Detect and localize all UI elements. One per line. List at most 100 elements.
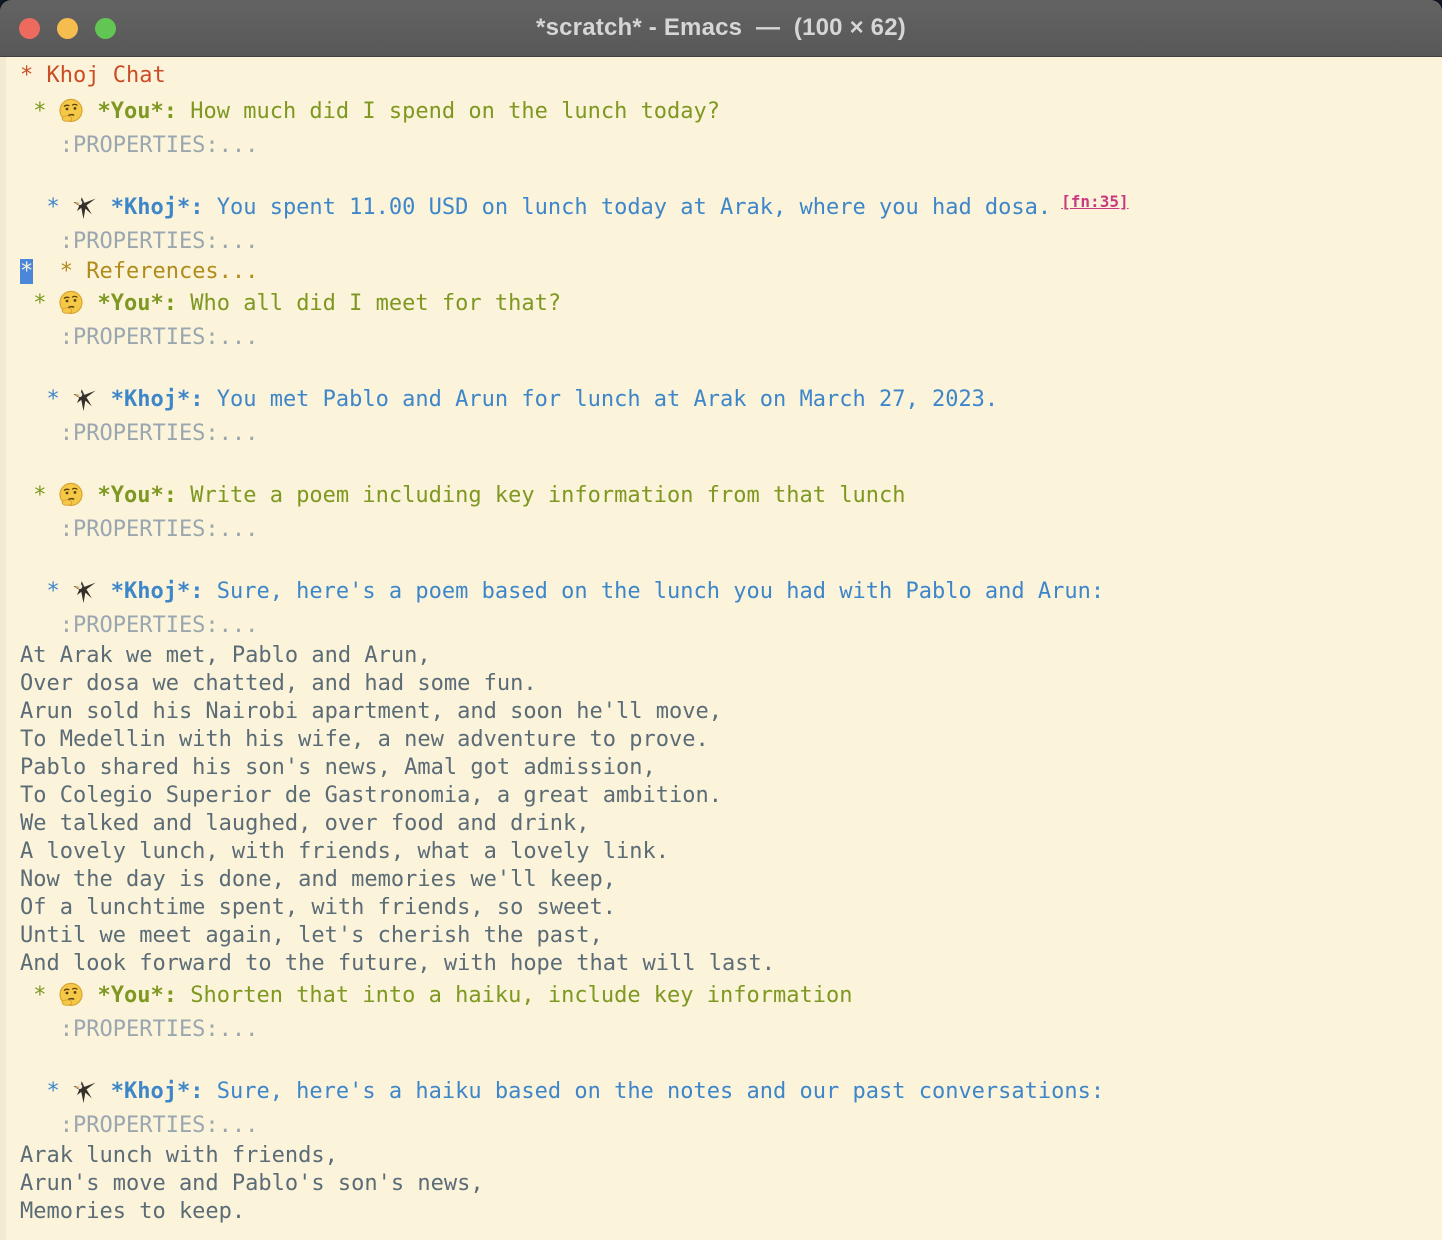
thinking-face-emoji	[57, 98, 85, 125]
properties-drawer[interactable]: :PROPERTIES:...	[20, 609, 1440, 641]
line-text: At Arak we met, Pablo and Arun,	[20, 643, 431, 668]
line-text: Arun sold his Nairobi apartment, and soo…	[20, 699, 722, 724]
thinking-face-emoji	[57, 290, 85, 317]
chat-heading-you[interactable]: * *You*: How much did I spend on the lunc…	[20, 93, 1440, 129]
drawer-label: :PROPERTIES:...	[20, 517, 258, 542]
eagle-emoji	[70, 1078, 98, 1105]
thinking-face-emoji	[57, 982, 85, 1009]
emacs-window: *scratch* - Emacs — (100 × 62) * Khoj Ch…	[0, 0, 1442, 1240]
traffic-lights	[19, 0, 116, 56]
line-text: Arun's move and Pablo's son's news,	[20, 1171, 484, 1196]
line-text: Of a lunchtime spent, with friends, so s…	[20, 895, 616, 920]
chat-heading-khoj[interactable]: * *Khoj*: Sure, here's a poem based on th…	[20, 573, 1440, 609]
footnote-link[interactable]: [fn:35]	[1061, 192, 1128, 211]
eagle-emoji	[70, 194, 98, 221]
text-line[interactable]: To Colegio Superior de Gastronomia, a gr…	[20, 781, 1440, 809]
chat-heading-you[interactable]: * *You*: Who all did I meet for that?	[20, 285, 1440, 321]
drawer-label: :PROPERTIES:...	[20, 1113, 258, 1138]
drawer-label: :PROPERTIES:...	[20, 229, 258, 254]
text-line[interactable]: Memories to keep.	[20, 1197, 1440, 1225]
org-star: *	[20, 983, 47, 1008]
drawer-label: :PROPERTIES:...	[20, 133, 258, 158]
line-text: To Colegio Superior de Gastronomia, a gr…	[20, 783, 722, 808]
drawer-label: :PROPERTIES:...	[20, 421, 258, 446]
eagle-emoji	[70, 386, 98, 413]
zoom-button[interactable]	[95, 18, 116, 39]
scratch-buffer[interactable]: * Khoj Chat * *You*: How much did I spend…	[0, 57, 1442, 1240]
text-line[interactable]: We talked and laughed, over food and dri…	[20, 809, 1440, 837]
properties-drawer[interactable]: :PROPERTIES:...	[20, 417, 1440, 449]
speaker-label: *Khoj*:	[111, 1079, 204, 1104]
text-line[interactable]: Arun's move and Pablo's son's news,	[20, 1169, 1440, 1197]
message-text: Who all did I meet for that?	[177, 291, 561, 316]
line-text: We talked and laughed, over food and dri…	[20, 811, 590, 836]
message-text: How much did I spend on the lunch today?	[177, 99, 720, 124]
line-text: Arak lunch with friends,	[20, 1143, 338, 1168]
message-text: You spent 11.00 USD on lunch today at Ar…	[203, 195, 1051, 220]
org-star: *	[20, 291, 47, 316]
text-line[interactable]: Of a lunchtime spent, with friends, so s…	[20, 893, 1440, 921]
speaker-label: *You*:	[98, 291, 177, 316]
minimize-button[interactable]	[57, 18, 78, 39]
chat-heading-khoj[interactable]: **Khoj*: Sure, here's a haiku based on t…	[20, 1073, 1440, 1109]
close-button[interactable]	[19, 18, 40, 39]
text-line[interactable]: Pablo shared his son's news, Amal got ad…	[20, 753, 1440, 781]
message-text: Sure, here's a poem based on the lunch y…	[203, 579, 1104, 604]
titlebar: *scratch* - Emacs — (100 × 62)	[0, 0, 1442, 57]
speaker-label: *You*:	[98, 983, 177, 1008]
org-star: *	[20, 99, 47, 124]
line-text: * Khoj Chat	[20, 63, 166, 88]
properties-drawer[interactable]: :PROPERTIES:...	[20, 1109, 1440, 1141]
blank-line[interactable]	[20, 1045, 1440, 1073]
text-line[interactable]: To Medellin with his wife, a new adventu…	[20, 725, 1440, 753]
chat-heading-khoj[interactable]: * *Khoj*: You met Pablo and Arun for lunc…	[20, 381, 1440, 417]
properties-drawer[interactable]: :PROPERTIES:...	[20, 513, 1440, 545]
text-line[interactable]: Until we meet again, let's cherish the p…	[20, 921, 1440, 949]
org-title-heading[interactable]: * Khoj Chat	[20, 57, 1440, 93]
text-line[interactable]: At Arak we met, Pablo and Arun,	[20, 641, 1440, 669]
line-text: Until we meet again, let's cherish the p…	[20, 923, 603, 948]
line-text: A lovely lunch, with friends, what a lov…	[20, 839, 669, 864]
org-star: *	[20, 195, 60, 220]
line-text: Memories to keep.	[20, 1199, 245, 1224]
speaker-label: *You*:	[98, 99, 177, 124]
line-text: Over dosa we chatted, and had some fun.	[20, 671, 537, 696]
org-star: *	[20, 579, 60, 604]
references-label: * References...	[33, 259, 258, 284]
text-line[interactable]: And look forward to the future, with hop…	[20, 949, 1440, 977]
eagle-emoji	[70, 578, 98, 605]
line-text: Now the day is done, and memories we'll …	[20, 867, 616, 892]
text-line[interactable]: Arun sold his Nairobi apartment, and soo…	[20, 697, 1440, 725]
properties-drawer[interactable]: :PROPERTIES:...	[20, 1013, 1440, 1045]
org-star: *	[20, 1079, 60, 1104]
text-line[interactable]: Over dosa we chatted, and had some fun.	[20, 669, 1440, 697]
message-text: Write a poem including key information f…	[177, 483, 905, 508]
drawer-label: :PROPERTIES:...	[20, 1017, 258, 1042]
speaker-label: *Khoj*:	[111, 387, 204, 412]
text-line[interactable]: A lovely lunch, with friends, what a lov…	[20, 837, 1440, 865]
org-star: *	[20, 387, 60, 412]
chat-heading-you[interactable]: **You*: Shorten that into a haiku, inclu…	[20, 977, 1440, 1013]
drawer-label: :PROPERTIES:...	[20, 613, 258, 638]
left-fringe	[0, 57, 6, 1240]
blank-line[interactable]	[20, 545, 1440, 573]
chat-heading-you[interactable]: **You*: Write a poem including key infor…	[20, 477, 1440, 513]
message-text: You met Pablo and Arun for lunch at Arak…	[203, 387, 998, 412]
window-title: *scratch* - Emacs — (100 × 62)	[536, 14, 906, 42]
references-heading[interactable]: * * References...	[20, 257, 1440, 285]
line-text: And look forward to the future, with hop…	[20, 951, 775, 976]
org-star: *	[20, 483, 47, 508]
text-line[interactable]: Arak lunch with friends,	[20, 1141, 1440, 1169]
properties-drawer[interactable]: :PROPERTIES:...	[20, 321, 1440, 353]
speaker-label: *Khoj*:	[111, 579, 204, 604]
blank-line[interactable]	[20, 161, 1440, 189]
line-text: To Medellin with his wife, a new adventu…	[20, 727, 709, 752]
properties-drawer[interactable]: :PROPERTIES:...	[20, 129, 1440, 161]
text-cursor: *	[20, 259, 33, 284]
text-line[interactable]: Now the day is done, and memories we'll …	[20, 865, 1440, 893]
blank-line[interactable]	[20, 353, 1440, 381]
chat-heading-khoj[interactable]: **Khoj*: You spent 11.00 USD on lunch to…	[20, 189, 1440, 225]
blank-line[interactable]	[20, 449, 1440, 477]
drawer-label: :PROPERTIES:...	[20, 325, 258, 350]
properties-drawer[interactable]: :PROPERTIES:...	[20, 225, 1440, 257]
